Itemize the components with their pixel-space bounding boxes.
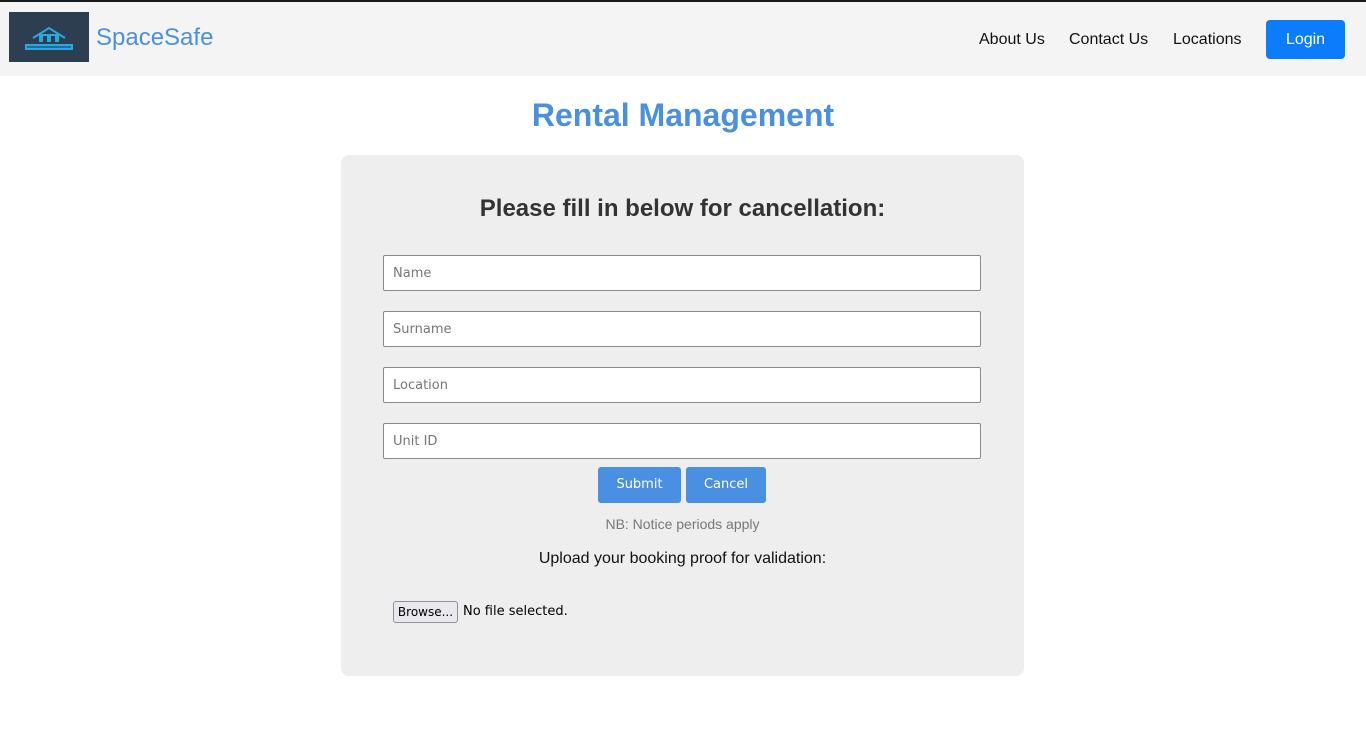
surname-input[interactable] <box>383 311 981 347</box>
file-status-text: No file selected. <box>463 604 568 619</box>
submit-button[interactable]: Submit <box>598 467 681 503</box>
cancellation-form-card: Please fill in below for cancellation: S… <box>341 155 1024 676</box>
browse-file-button[interactable]: Browse... <box>393 601 458 623</box>
upload-label: Upload your booking proof for validation… <box>538 550 827 567</box>
page-frame: SpaceSafe About Us Contact Us Locations … <box>0 0 1366 735</box>
nav-locations[interactable]: Locations <box>1173 30 1242 50</box>
form-heading: Please fill in below for cancellation: <box>479 195 886 222</box>
navbar: SpaceSafe About Us Contact Us Locations … <box>0 2 1366 76</box>
name-input[interactable] <box>383 255 981 291</box>
nav-contact-us[interactable]: Contact Us <box>1069 30 1148 50</box>
cancel-button[interactable]: Cancel <box>686 467 766 503</box>
nav-about-us[interactable]: About Us <box>979 30 1045 50</box>
login-button[interactable]: Login <box>1266 20 1345 59</box>
location-input[interactable] <box>383 367 981 403</box>
unit-id-input[interactable] <box>383 423 981 459</box>
notice-period-note: NB: Notice periods apply <box>605 516 760 532</box>
brand-name[interactable]: SpaceSafe <box>96 24 213 52</box>
page-title: Rental Management <box>531 97 835 133</box>
storage-logo-icon[interactable] <box>9 12 89 62</box>
